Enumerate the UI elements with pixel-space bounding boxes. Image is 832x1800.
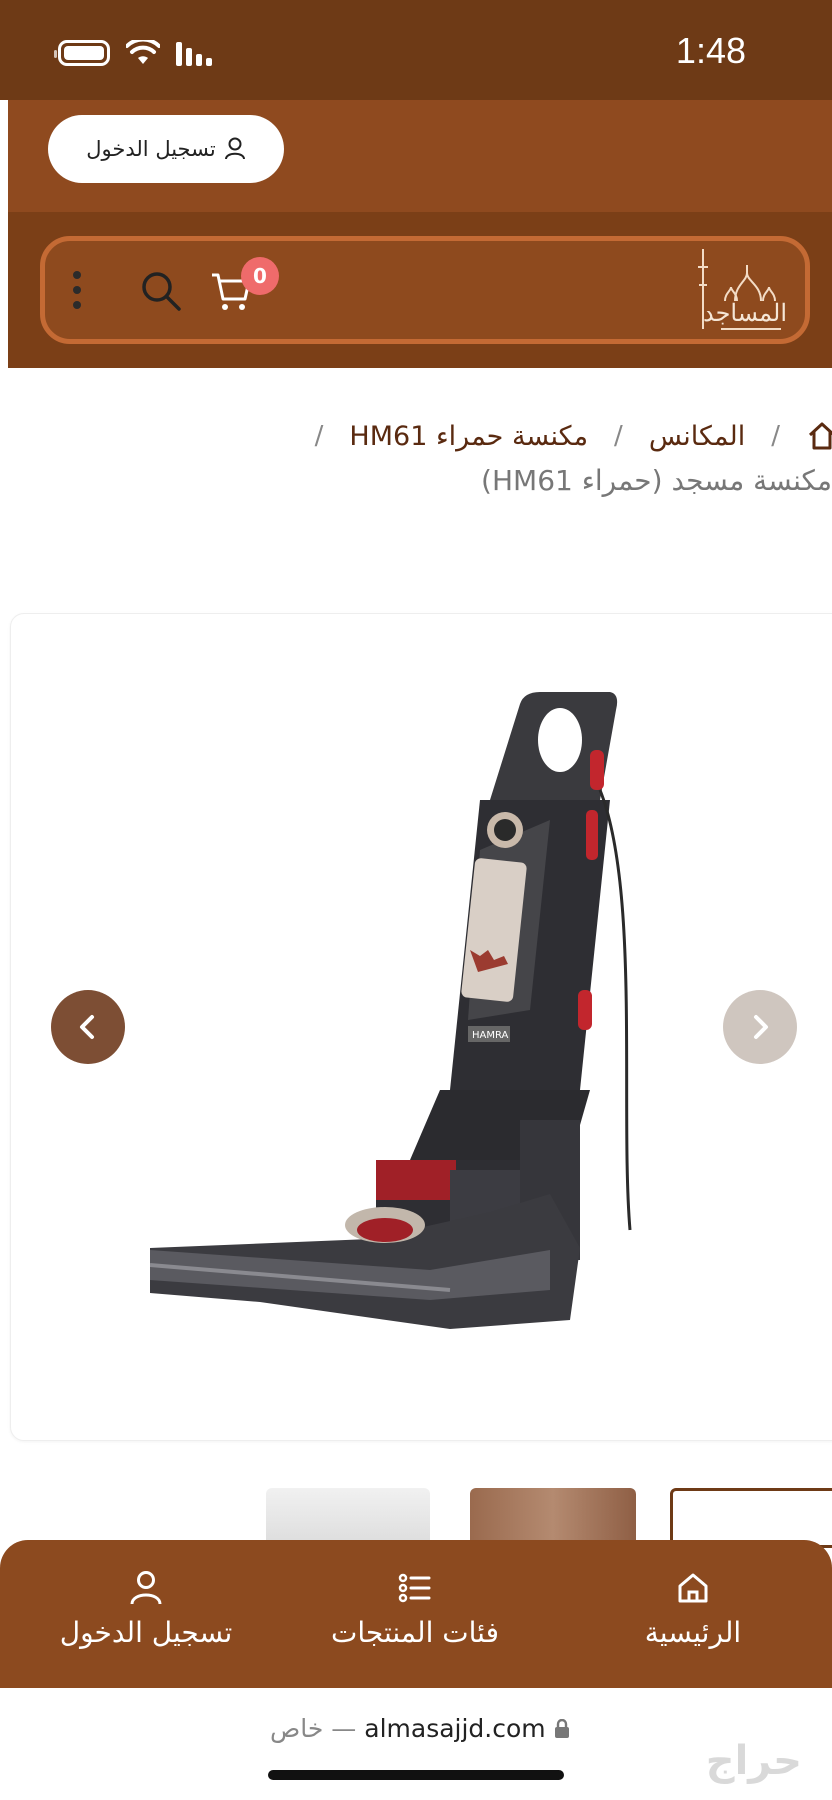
thumbnail-image[interactable] [470,1488,636,1548]
more-menu-icon[interactable] [73,271,83,315]
product-title: مكنسة مسجد (حمراء HM61) [481,464,832,497]
home-icon[interactable] [806,420,832,452]
logo-text: المساجد [702,299,787,327]
thumbnail-image[interactable] [266,1488,430,1548]
status-bar: 1:48 [0,0,832,100]
previous-image-button[interactable] [51,990,125,1064]
private-label: خاص — [270,1714,357,1743]
breadcrumb-separator: / [614,421,623,451]
nav-categories[interactable]: فئات المنتجات [310,1570,520,1649]
breadcrumb-item-vacuums[interactable]: المكانس [649,421,745,452]
thumbnail-strip [0,1484,832,1548]
top-strip: تسجيل الدخول [8,100,832,212]
breadcrumb: / المكانس / مكنسة حمراء HM61 / [315,412,832,460]
user-icon [130,1571,162,1605]
product-image[interactable]: HAMRA [150,690,640,1380]
home-indicator[interactable] [268,1770,564,1780]
status-time: 1:48 [675,30,746,71]
list-icon [398,1573,431,1603]
login-button[interactable]: تسجيل الدخول [48,115,284,183]
nav-login-label: تسجيل الدخول [59,1616,233,1649]
chevron-left-icon [80,1015,94,1039]
url-display[interactable]: خاص — almasajjd.com [270,1714,570,1743]
url-text: almasajjd.com [364,1714,546,1743]
watermark: حراج [705,1738,802,1784]
header-bar: 0 المساجد [40,236,810,344]
battery-icon [54,40,110,66]
status-icons [54,40,216,66]
home-icon [678,1573,708,1603]
breadcrumb-separator: / [771,421,780,451]
nav-home-label: الرئيسية [644,1616,742,1649]
thumbnail-image-active[interactable] [670,1488,832,1548]
breadcrumb-separator: / [314,421,324,451]
nav-categories-label: فئات المنتجات [331,1616,499,1649]
chevron-right-icon [754,1015,768,1039]
wifi-icon [126,40,160,64]
brand-label: HAMRA [472,1030,509,1041]
user-icon [224,137,245,160]
next-image-button[interactable] [723,990,797,1064]
nav-login[interactable]: تسجيل الدخول [28,1570,264,1649]
header: 0 المساجد [8,212,832,368]
signal-icon [176,42,212,66]
login-label: تسجيل الدخول [86,137,216,161]
lock-icon [554,1718,569,1738]
cart-count-badge: 0 [241,257,279,295]
breadcrumb-item-product[interactable]: مكنسة حمراء HM61 [349,421,588,452]
search-icon[interactable] [139,269,183,313]
bottom-nav: الرئيسية فئات المنتجات تسجيل الدخول [0,1540,832,1688]
nav-home[interactable]: الرئيسية [618,1570,768,1649]
